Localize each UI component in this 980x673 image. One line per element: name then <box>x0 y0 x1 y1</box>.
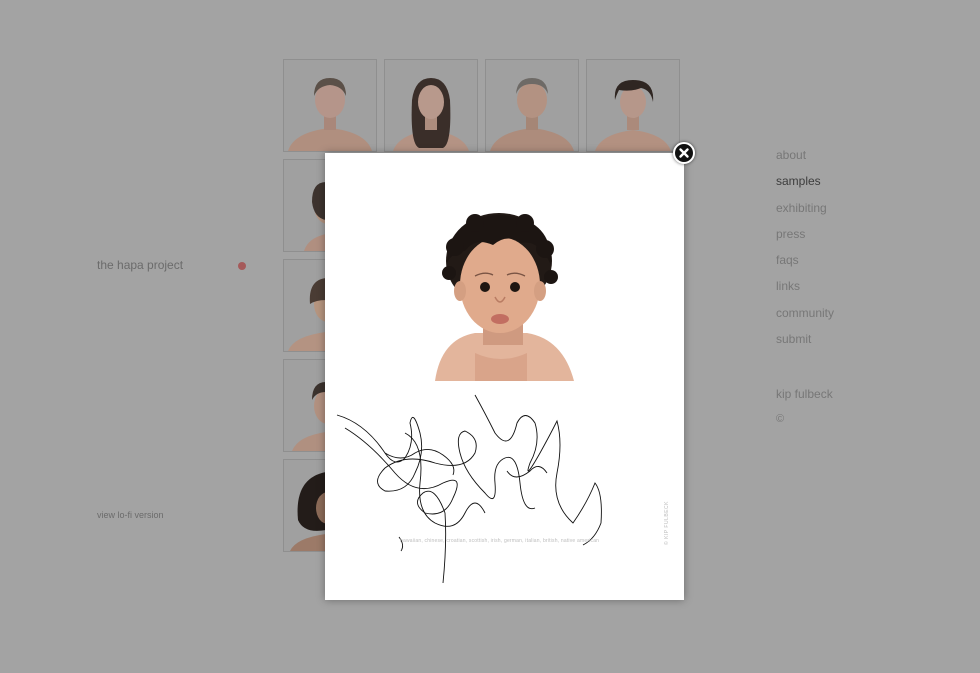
gallery-thumbnail[interactable] <box>283 59 377 152</box>
copyright-symbol: © <box>776 413 785 425</box>
nav-item-press[interactable]: press <box>776 227 805 241</box>
close-button[interactable] <box>673 142 695 164</box>
lo-fi-version-link[interactable]: view lo-fi version <box>97 510 164 520</box>
main-nav: about samples exhibiting press faqs link… <box>776 146 834 356</box>
photo-credit: © KIP FULBECK <box>664 501 670 545</box>
nav-item-submit[interactable]: submit <box>776 332 811 346</box>
nav-item-faqs[interactable]: faqs <box>776 253 799 267</box>
author-name: kip fulbeck <box>776 387 833 401</box>
gallery-thumbnail[interactable] <box>485 59 579 152</box>
nav-item-about[interactable]: about <box>776 148 806 162</box>
nav-item-exhibiting[interactable]: exhibiting <box>776 201 827 215</box>
close-icon <box>679 148 689 158</box>
active-indicator-dot <box>238 262 246 270</box>
portrait-image <box>336 213 602 584</box>
nav-item-community[interactable]: community <box>776 306 834 320</box>
ethnicity-caption: hawaiian, chinese, croatian, scottish, i… <box>400 538 600 544</box>
nav-item-samples[interactable]: samples <box>776 174 821 188</box>
nav-item-links[interactable]: links <box>776 279 800 293</box>
page: the hapa project view lo-fi version abou… <box>0 0 980 673</box>
gallery-thumbnail[interactable] <box>586 59 680 152</box>
gallery-thumbnail[interactable] <box>384 59 478 152</box>
lightbox-modal: hawaiian, chinese, croatian, scottish, i… <box>325 153 684 600</box>
site-title-link[interactable]: the hapa project <box>97 258 183 272</box>
